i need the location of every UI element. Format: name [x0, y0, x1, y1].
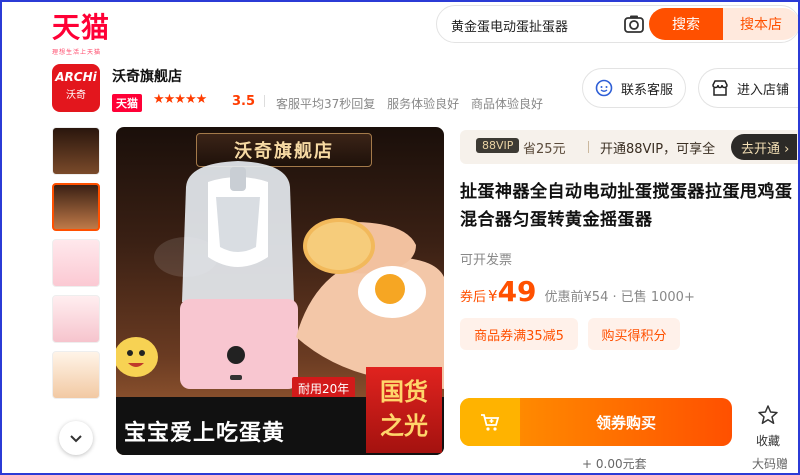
divider	[264, 95, 265, 107]
cart-icon	[481, 414, 500, 431]
thumbnail-1[interactable]	[52, 127, 100, 175]
contact-service-label: 联系客服	[621, 82, 674, 98]
guochao-line2: 之光	[380, 412, 428, 440]
search-bar: 黄金蛋电动蛋扯蛋器 搜索 搜本店	[436, 5, 800, 43]
tmall-badge: 天猫	[112, 94, 142, 112]
vip-save: 省25元	[523, 142, 566, 157]
partial-text-right: 大码赠	[752, 457, 789, 471]
shop-name[interactable]: 沃奇旗舰店	[112, 66, 182, 86]
favorite-button[interactable]: 收藏	[748, 404, 788, 449]
partial-text-left: + 0.00元套	[582, 457, 647, 471]
vip-text: 开通88VIP，可享全	[600, 142, 716, 157]
points-tag[interactable]: 购买得积分	[588, 318, 680, 350]
tmall-logo[interactable]: 天猫 理想生活上天猫	[52, 6, 110, 56]
search-input[interactable]: 黄金蛋电动蛋扯蛋器	[451, 16, 568, 35]
buy-bar: 领券购买	[460, 398, 732, 446]
camera-icon[interactable]	[623, 13, 645, 35]
metric-response: 客服平均37秒回复	[276, 97, 376, 111]
thumbnail-2[interactable]	[52, 183, 100, 231]
shop-metrics: 客服平均37秒回复 服务体验良好 商品体验良好	[276, 95, 551, 112]
thumbnail-5[interactable]	[52, 351, 100, 399]
price-row: 券后 ¥ 49 优惠前¥54 · 已售 1000+	[460, 275, 695, 308]
enter-shop-button[interactable]: 进入店铺	[698, 68, 800, 108]
invoice-note: 可开发票	[460, 253, 513, 268]
thumbnail-3[interactable]	[52, 239, 100, 287]
vip-open-button[interactable]: 去开通 ›	[731, 134, 797, 160]
main-product-image[interactable]: 沃奇旗舰店 耐用20年 宝宝爱上吃蛋黄 国货 之光	[116, 127, 444, 455]
divider	[588, 141, 589, 153]
rating-value: 3.5	[232, 94, 256, 109]
contact-service-button[interactable]: 联系客服	[582, 68, 686, 108]
price-currency: ¥	[488, 287, 498, 305]
thumbnail-scroll-down-button[interactable]	[59, 421, 93, 455]
search-local-button[interactable]: 搜本店	[723, 8, 799, 40]
buy-with-coupon-button[interactable]: 领券购买	[520, 398, 732, 446]
price-label: 券后	[460, 290, 487, 305]
add-to-cart-button[interactable]	[460, 398, 520, 446]
price-original-and-sold: 优惠前¥54 · 已售 1000+	[544, 290, 695, 305]
coupon-tag[interactable]: 商品券满35减5	[460, 318, 578, 350]
shop-logo[interactable]: ARCHi 沃奇	[52, 64, 100, 112]
vip-badge: 88VIP	[476, 138, 520, 153]
chevron-down-icon	[70, 435, 82, 443]
favorite-label: 收藏	[755, 434, 780, 448]
thumbnail-list	[52, 127, 102, 407]
product-title: 扯蛋神器全自动电动扯蛋搅蛋器拉蛋甩鸡蛋混合器匀蛋转黄金摇蛋器	[460, 182, 793, 230]
chat-icon	[595, 79, 613, 97]
search-button[interactable]: 搜索	[649, 8, 723, 40]
logo-text: 天猫	[52, 11, 111, 44]
metric-product: 商品体验良好	[470, 97, 543, 111]
vip-promo-bar: 88VIP 省25元 开通88VIP，可享全 去开通 ›	[460, 130, 800, 164]
shop-logo-brand: ARCHi	[55, 70, 97, 84]
star-icon	[758, 405, 778, 425]
hero-caption: 宝宝爱上吃蛋黄	[124, 421, 286, 446]
guochao-line1: 国货	[380, 378, 428, 406]
thumbnail-4[interactable]	[52, 295, 100, 343]
metric-service: 服务体验良好	[387, 97, 460, 111]
shop-logo-cn: 沃奇	[66, 90, 86, 101]
guochao-badge: 国货 之光	[366, 367, 442, 453]
enter-shop-label: 进入店铺	[737, 82, 790, 98]
logo-slogan: 理想生活上天猫	[52, 49, 102, 56]
rating-stars: ★★★★★	[153, 92, 207, 107]
store-icon	[712, 80, 728, 96]
price-value: 49	[497, 275, 537, 308]
